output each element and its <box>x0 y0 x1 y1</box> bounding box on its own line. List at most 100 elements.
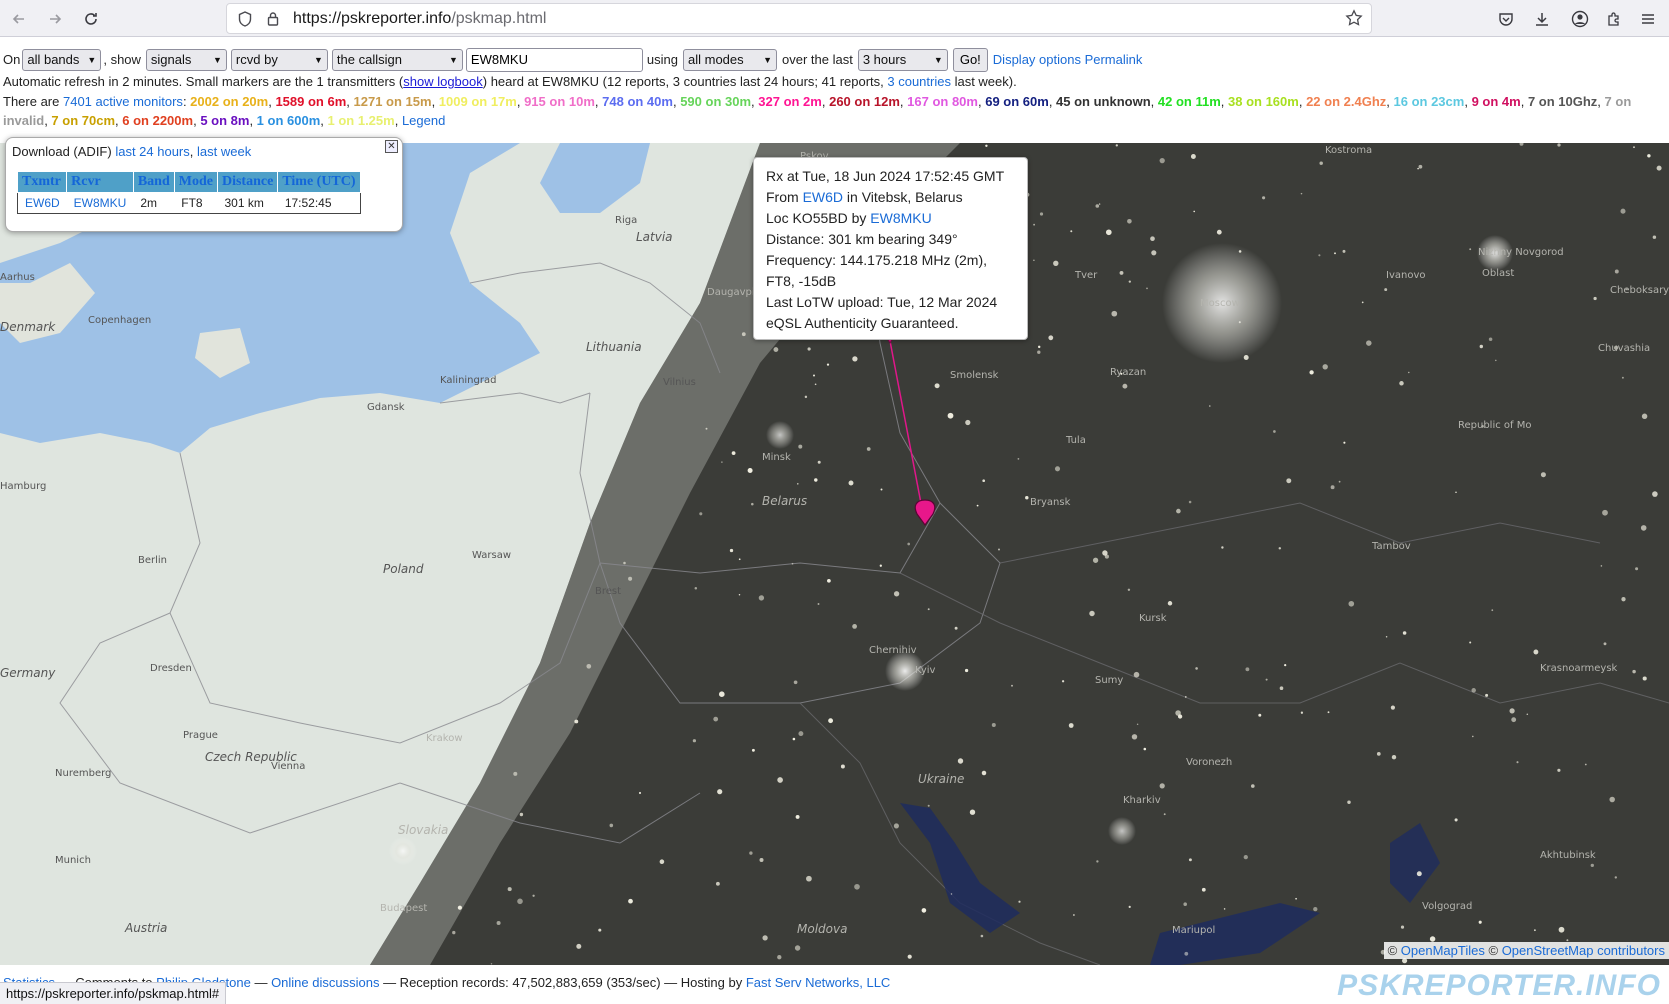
table-cell-txmtr[interactable]: EW6D <box>18 193 67 214</box>
popup-from: From EW6D in Vitebsk, Belarus <box>766 187 1015 208</box>
url-path: /pskmap.html <box>451 9 547 27</box>
bands-select[interactable]: all bands ▼ <box>22 48 102 71</box>
target-select[interactable]: the callsign ▼ <box>331 48 463 71</box>
band-count: 167 on 80m <box>907 94 978 109</box>
period-select[interactable]: 3 hours ▼ <box>857 48 948 71</box>
go-button[interactable]: Go! <box>952 47 988 72</box>
city-light <box>1037 350 1041 354</box>
map-label: Ryazan <box>1110 367 1146 378</box>
legend-link[interactable]: Legend <box>402 113 445 128</box>
city-light <box>848 480 854 486</box>
city-light <box>586 663 592 669</box>
city-light <box>976 504 979 507</box>
close-icon[interactable]: ✕ <box>385 140 398 153</box>
table-cell-mode: FT8 <box>181 196 203 210</box>
show-select[interactable]: signals ▼ <box>145 48 227 71</box>
city-light <box>609 823 614 828</box>
city-light <box>921 908 927 913</box>
permalink-link[interactable]: Permalink <box>1085 52 1143 67</box>
map-label: Voronezh <box>1186 757 1232 768</box>
city-light <box>507 887 512 892</box>
column-header[interactable]: Band <box>132 171 175 193</box>
direction-select[interactable]: rcvd by ▼ <box>230 48 328 71</box>
pocket-icon[interactable] <box>1495 8 1517 30</box>
openstreetmap-link[interactable]: OpenStreetMap contributors <box>1502 943 1665 958</box>
popup-from-call-link[interactable]: EW6D <box>803 189 843 205</box>
reload-icon[interactable] <box>80 8 102 30</box>
bookmark-star-icon[interactable] <box>1345 9 1363 32</box>
countries-link[interactable]: 3 countries <box>887 74 951 89</box>
chevron-down-icon: ▼ <box>933 54 943 65</box>
map-label: Republic of Mo <box>1458 420 1531 431</box>
band-count: 7 on 70cm <box>51 112 116 128</box>
back-icon[interactable] <box>8 8 30 30</box>
city-light <box>1193 210 1196 213</box>
callsign-input[interactable] <box>465 47 643 72</box>
map-label: Prague <box>183 730 218 741</box>
city-light <box>1533 649 1539 655</box>
column-header[interactable]: Rcvr <box>66 171 134 193</box>
map-label: Moldova <box>797 922 847 936</box>
city-light <box>1092 557 1099 563</box>
chevron-down-icon: ▼ <box>763 54 772 65</box>
account-icon[interactable] <box>1569 8 1591 30</box>
city-light <box>1096 860 1099 863</box>
band-counts: 2002 on 20m, 1589 on 6m, 1271 on 15m, 10… <box>3 94 1632 128</box>
target-select-value: the callsign <box>336 52 402 67</box>
city-light <box>1485 693 1489 697</box>
city-light <box>1221 546 1224 549</box>
online-discussions-link[interactable]: Online discussions <box>271 975 379 990</box>
show-logbook-link[interactable]: show logbook <box>403 74 483 89</box>
address-bar[interactable]: https://pskreporter.info/pskmap.html <box>226 3 1372 34</box>
city-light <box>817 460 821 464</box>
city-light <box>1216 229 1222 235</box>
active-monitors-link[interactable]: 7401 active monitors <box>63 94 183 109</box>
city-light <box>1584 763 1587 766</box>
txmtr-link[interactable]: EW6D <box>25 196 60 210</box>
download-last24-link[interactable]: last 24 hours <box>115 144 189 159</box>
over-label: over the last <box>782 52 853 67</box>
city-light <box>1184 951 1189 956</box>
monitors-prefix: There are <box>3 94 63 109</box>
city-light <box>1338 480 1341 483</box>
city-light <box>751 502 754 506</box>
popup-loc-call-link[interactable]: EW8MKU <box>870 210 931 226</box>
city-light <box>980 934 984 938</box>
table-cell-rcvr[interactable]: EW8MKU <box>67 193 134 214</box>
downloads-icon[interactable] <box>1531 8 1553 30</box>
forward-icon[interactable] <box>44 8 66 30</box>
week-text: last week). <box>950 74 1017 89</box>
map-label: Bryansk <box>1030 497 1071 508</box>
city-light <box>1366 340 1372 346</box>
openmaptiles-link[interactable]: OpenMapTiles <box>1401 943 1485 958</box>
hosting-link[interactable]: Fast Serv Networks, LLC <box>746 975 891 990</box>
modes-select[interactable]: all modes ▼ <box>683 48 777 71</box>
column-header[interactable]: Distance <box>216 171 279 193</box>
city-light <box>1479 344 1484 349</box>
attribution-prefix: © <box>1488 943 1499 958</box>
city-light <box>517 898 523 905</box>
city-light <box>1309 370 1314 375</box>
city-light <box>1557 768 1561 772</box>
shield-icon[interactable] <box>235 9 255 29</box>
band-count: 45 on unknown <box>1056 94 1151 109</box>
extensions-icon[interactable] <box>1603 8 1625 30</box>
city-light <box>793 680 798 685</box>
map-label: Budapest <box>380 903 427 914</box>
popup-from-location: in Vitebsk, Belarus <box>843 189 963 205</box>
kharkiv-glow <box>1108 817 1136 845</box>
column-header[interactable]: Mode <box>173 171 218 193</box>
city-light <box>715 881 720 886</box>
city-light <box>1048 335 1054 341</box>
display-options-link[interactable]: Display options <box>993 52 1081 67</box>
city-light <box>934 383 940 389</box>
city-light <box>1128 280 1131 283</box>
download-lastweek-link[interactable]: last week <box>197 144 251 159</box>
column-header[interactable]: Time (UTC) <box>277 171 361 193</box>
city-light <box>1390 705 1395 710</box>
city-light <box>777 955 782 960</box>
column-header[interactable]: Txmtr <box>16 171 68 193</box>
rcvr-link[interactable]: EW8MKU <box>74 196 127 210</box>
lock-icon[interactable] <box>263 9 283 29</box>
menu-icon[interactable] <box>1637 8 1659 30</box>
